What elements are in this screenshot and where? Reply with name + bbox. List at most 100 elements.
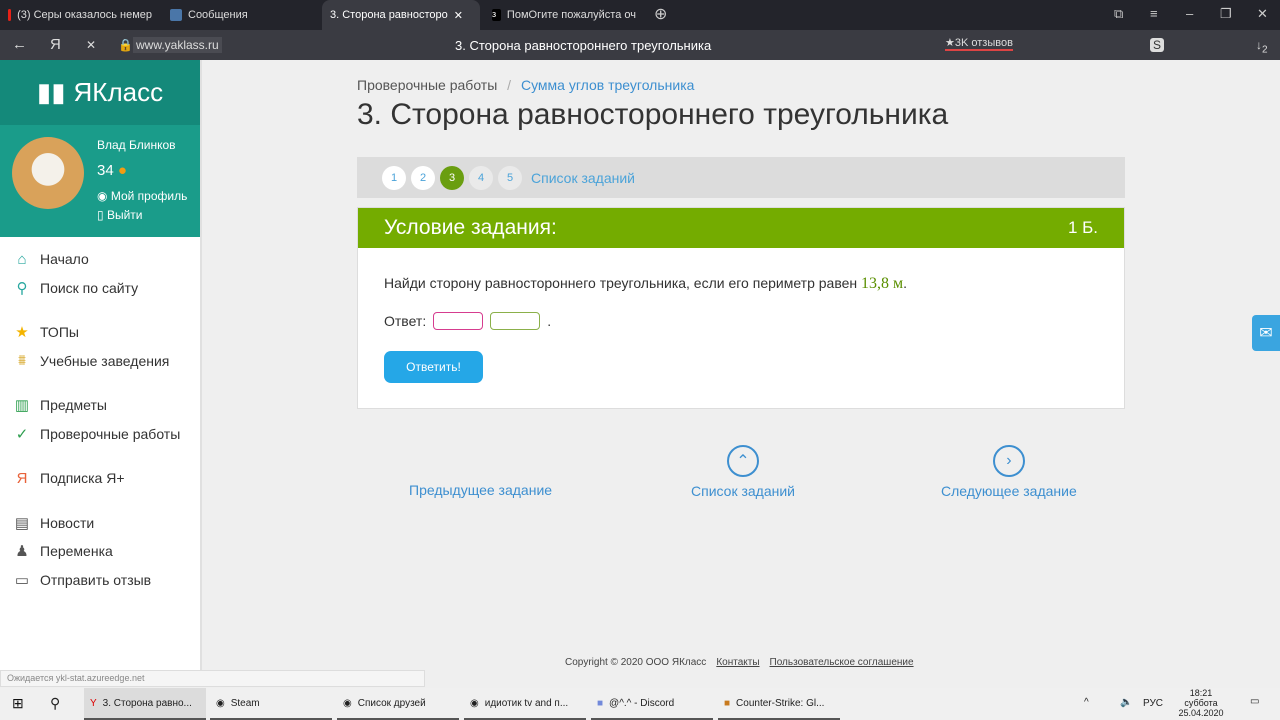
news-icon: ▤	[14, 514, 30, 532]
sidebar-item-label: Переменка	[40, 543, 113, 560]
tab-messages[interactable]: Сообщения	[162, 0, 317, 30]
close-window-button[interactable]: ✕	[1257, 6, 1268, 22]
vk-icon	[170, 9, 182, 21]
task-card: Условие задания: 1 Б. Найди сторону равно…	[357, 207, 1125, 409]
reviews-badge[interactable]: ★3K отзывов	[945, 36, 1013, 51]
notifications-icon[interactable]: ▭	[1250, 696, 1259, 707]
yandex-icon[interactable]: Я	[50, 36, 61, 53]
time: 18:21	[1189, 688, 1213, 698]
steam-icon: ◉	[343, 697, 352, 709]
minimize-button[interactable]: –	[1186, 6, 1193, 21]
collections-icon[interactable]: ⧉	[1114, 6, 1123, 22]
sidebar-item-label: Подписка Я+	[40, 470, 125, 487]
taskbar-item-chat[interactable]: ◉ идиотик tv and п...	[464, 688, 586, 720]
points-value: 34	[97, 162, 114, 179]
page-1[interactable]: 1	[382, 165, 406, 190]
prev-task-link[interactable]: Предыдущее задание	[409, 482, 552, 498]
language-indicator[interactable]: РУС	[1143, 698, 1163, 709]
breadcrumb-topic[interactable]: Сумма углов треугольника	[521, 77, 694, 93]
tab-znanija[interactable]: з ПомОгите пожалуйста оч	[484, 0, 644, 30]
tab-label: ПомОгите пожалуйста оч	[506, 9, 636, 21]
search-icon[interactable]: ⚲	[50, 695, 60, 712]
page-3[interactable]: 3	[440, 165, 464, 190]
page-5[interactable]: 5	[498, 165, 522, 190]
agreement-link[interactable]: Пользовательское соглашение	[770, 657, 914, 668]
task-pager: 1 2 3 4 5 Список заданий	[357, 157, 1125, 198]
sidebar-item-subscription[interactable]: Я Подписка Я+	[0, 464, 200, 493]
close-tab-icon[interactable]: ✕	[454, 9, 463, 22]
clock[interactable]: 18:21 суббота 25.04.2020	[1170, 688, 1232, 718]
taskbar-label: Steam	[230, 697, 260, 709]
taskbar-item-csgo[interactable]: ■ Counter-Strike: Gl...	[718, 688, 840, 720]
taskbar-item-steam[interactable]: ◉ Steam	[210, 688, 332, 720]
card-title: Условие задания:	[384, 216, 557, 239]
chevron-up-icon: ⌃	[727, 445, 759, 477]
menu-icon[interactable]: ≡	[1150, 6, 1158, 21]
mail-icon[interactable]: ✉	[1252, 315, 1280, 351]
yandex-icon: Y	[90, 697, 97, 709]
sidebar-item-tops[interactable]: ★ ТОПы	[0, 318, 200, 347]
sidebar-item-home[interactable]: ⌂ Начало	[0, 245, 200, 274]
taskbar: ⊞ ⚲ Y 3. Сторона равно... ◉ Steam ◉ Список …	[0, 688, 1280, 720]
sidebar-item-feedback[interactable]: ▭ Отправить отзыв	[0, 566, 200, 595]
page-4[interactable]: 4	[469, 165, 493, 190]
answer-integer-input[interactable]	[433, 312, 484, 330]
answer-decimal-input[interactable]	[490, 312, 541, 330]
sidebar-item-news[interactable]: ▤ Новости	[0, 509, 200, 538]
stop-icon[interactable]: ✕	[86, 38, 96, 52]
profile-panel: Влад Блинков 34 ● ◉ Мой профиль ▯ Выйти	[0, 125, 200, 237]
s-extension-icon[interactable]: S	[1150, 38, 1165, 52]
restore-button[interactable]: ❐	[1220, 6, 1232, 22]
task-list-label: Список заданий	[691, 483, 796, 499]
search-icon: ⚲	[16, 279, 28, 297]
sidebar-item-label: ТОПы	[40, 324, 79, 341]
tab-yaklass[interactable]: 3. Сторона равносторо ✕	[322, 0, 480, 30]
task-list-nav[interactable]: ⌃ Список заданий	[691, 445, 795, 499]
downloads-badge: 2	[1262, 44, 1268, 56]
sidebar-item-schools[interactable]: ⩩ Учебные заведения	[0, 347, 200, 376]
discord-icon: ■	[597, 697, 604, 709]
avatar[interactable]	[12, 137, 84, 209]
taskbar-item-browser[interactable]: Y 3. Сторона равно...	[84, 688, 206, 720]
breadcrumb: Проверочные работы / Сумма углов треугол…	[357, 77, 695, 93]
steam-icon: ◉	[216, 697, 225, 709]
logout-link[interactable]: ▯ Выйти	[97, 208, 142, 222]
url-field[interactable]: www.yaklass.ru	[133, 37, 222, 53]
my-profile-link[interactable]: ◉ Мой профиль	[97, 189, 187, 203]
feedback-icon: ▭	[14, 571, 30, 589]
windows-start-icon[interactable]: ⊞	[12, 695, 24, 712]
taskbar-label: Список друзей	[357, 697, 426, 709]
sidebar-item-label: Поиск по сайту	[40, 279, 139, 296]
contacts-link[interactable]: Контакты	[716, 657, 759, 668]
next-task-link[interactable]: › Следующее задание	[941, 445, 1077, 499]
taskbar-item-friends[interactable]: ◉ Список друзей	[337, 688, 459, 720]
tab-youtube[interactable]: (3) Серы оказалось немер	[0, 0, 160, 30]
submit-button[interactable]: Ответить!	[384, 351, 483, 383]
tab-label: 3. Сторона равносторо	[330, 9, 448, 21]
tray-chevron-icon[interactable]: ^	[1084, 697, 1089, 708]
breadcrumb-tests[interactable]: Проверочные работы	[357, 77, 497, 93]
status-bar: Ожидается ykl-stat.azureedge.net	[0, 670, 425, 687]
book-icon: ▮▮	[36, 77, 66, 107]
sidebar-item-break[interactable]: ♟ Переменка	[0, 537, 200, 566]
user-name: Влад Блинков	[97, 138, 176, 152]
date: 25.04.2020	[1178, 708, 1224, 718]
logo[interactable]: ▮▮ ЯКласс	[0, 60, 200, 125]
address-bar: ← Я ✕ 🔒 www.yaklass.ru 3. Сторона равнос…	[0, 30, 1280, 60]
sidebar-item-search[interactable]: ⚲ Поиск по сайту	[0, 274, 200, 303]
my-profile-label: Мой профиль	[110, 189, 188, 203]
tab-label: (3) Серы оказалось немер	[17, 9, 152, 21]
downloads-icon[interactable]: ↓2	[1256, 38, 1268, 55]
tab-label: Сообщения	[188, 9, 248, 21]
taskbar-item-discord[interactable]: ■ @^.^ - Discord	[591, 688, 713, 720]
page-2[interactable]: 2	[411, 165, 435, 190]
perimeter-value: 13,8 м	[861, 275, 904, 292]
new-tab-button[interactable]: ⊕	[654, 4, 667, 24]
sidebar-item-subjects[interactable]: ▥ Предметы	[0, 391, 200, 420]
taskbar-label: 3. Сторона равно...	[102, 697, 192, 709]
book-icon: ▥	[14, 397, 30, 415]
sidebar-item-tests[interactable]: ✓ Проверочные работы	[0, 420, 200, 449]
back-icon[interactable]: ←	[12, 36, 27, 53]
task-list-link[interactable]: Список заданий	[531, 170, 635, 186]
volume-icon[interactable]: 🔈	[1120, 697, 1132, 708]
